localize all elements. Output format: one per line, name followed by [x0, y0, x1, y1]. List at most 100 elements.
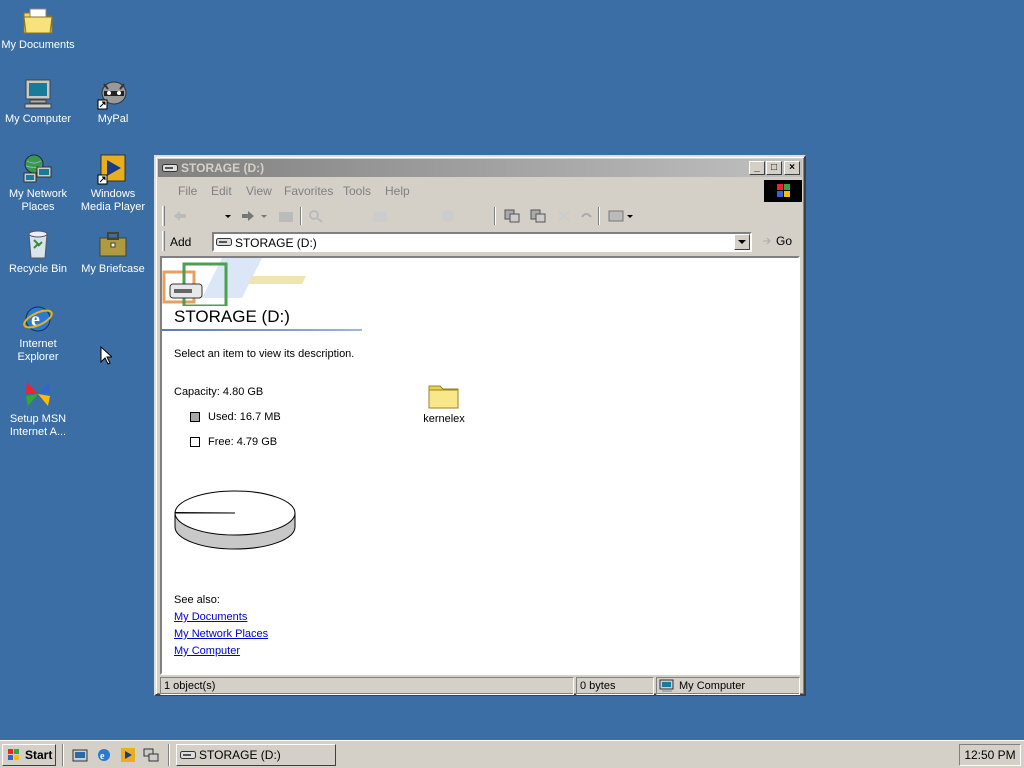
start-button[interactable]: Start [2, 744, 56, 766]
desktop-icon-label: My Network Places [8, 188, 68, 213]
status-zone: My Computer [656, 677, 800, 695]
address-value: STORAGE (D:) [235, 236, 317, 250]
window-title: STORAGE (D:) [181, 161, 265, 175]
drive-banner-icon [162, 258, 306, 306]
go-arrow-icon [763, 237, 771, 245]
desktop-icon-my-documents[interactable]: My Documents [0, 4, 76, 52]
desktop-icon-label: Windows Media Player [80, 188, 146, 213]
drive-icon [180, 751, 196, 759]
toolbar-separator [494, 207, 496, 225]
show-desktop-icon[interactable] [72, 747, 88, 763]
undo-icon[interactable] [578, 209, 594, 223]
network-icon[interactable] [143, 747, 159, 763]
toolbar-separator [300, 207, 302, 225]
address-dropdown-button[interactable] [734, 234, 750, 250]
chevron-down-icon[interactable] [260, 209, 276, 223]
chevron-down-icon[interactable] [224, 209, 240, 223]
chevron-down-icon[interactable] [626, 209, 642, 223]
msn-butterfly-icon [22, 378, 54, 410]
svg-text:e: e [100, 751, 105, 762]
windows-logo-icon [8, 749, 19, 760]
menu-favorites[interactable]: Favorites [284, 184, 333, 198]
taskbar-button-storage[interactable]: STORAGE (D:) [176, 744, 336, 766]
search-icon[interactable] [308, 209, 324, 223]
desktop-icon-my-computer[interactable]: My Computer [0, 78, 76, 126]
ie-icon[interactable]: e [96, 747, 112, 763]
desktop-icon-windows-media-player[interactable]: Windows Media Player [75, 153, 151, 214]
taskbar-separator [62, 744, 64, 766]
delete-icon[interactable] [556, 209, 572, 223]
go-label: Go [776, 234, 793, 248]
move-to-icon[interactable] [504, 209, 520, 223]
content-pane[interactable]: STORAGE (D:) Select an item to view its … [160, 256, 800, 675]
briefcase-icon [97, 228, 129, 260]
desktop-icon-label: Setup MSN Internet A... [9, 413, 67, 438]
menu-file[interactable]: File [178, 184, 197, 198]
page-title: STORAGE (D:) [174, 307, 290, 326]
minimize-button[interactable]: _ [749, 161, 765, 175]
drive-icon [162, 164, 178, 172]
ie-icon: e [22, 303, 54, 335]
chevron-down-icon [738, 240, 746, 244]
taskbar-button-label: STORAGE (D:) [199, 748, 281, 762]
history-icon[interactable] [440, 209, 456, 223]
media-player-icon[interactable] [120, 747, 136, 763]
disk-usage-pie-chart [174, 490, 296, 550]
status-zone-label: My Computer [679, 680, 746, 692]
folders-icon[interactable] [372, 209, 388, 223]
status-bar: 1 object(s) 0 bytes My Computer [160, 677, 800, 695]
free-text: Free: 4.79 GB [208, 436, 278, 448]
desktop-icon-label: Internet Explorer [17, 338, 59, 363]
menu-edit[interactable]: Edit [211, 184, 232, 198]
maximize-button[interactable]: □ [766, 161, 782, 175]
computer-icon [22, 78, 54, 110]
folder-icon [428, 385, 459, 409]
network-icon [22, 153, 54, 185]
views-icon[interactable] [608, 209, 624, 223]
free-swatch [190, 437, 200, 447]
link-my-computer[interactable]: My Computer [174, 645, 240, 657]
media-player-icon [97, 153, 129, 185]
back-icon[interactable] [172, 209, 188, 223]
address-bar: Add STORAGE (D:) Go [160, 230, 800, 254]
title-bar[interactable]: STORAGE (D:) _ □ × [158, 159, 802, 177]
windows-logo-icon [764, 180, 802, 202]
forward-icon[interactable] [240, 209, 256, 223]
explorer-window[interactable]: STORAGE (D:) _ □ × File Edit View Favori… [154, 155, 806, 696]
toolbar [160, 205, 800, 229]
desktop-icon-mypal[interactable]: MyPal [75, 78, 151, 126]
menu-view[interactable]: View [246, 184, 272, 198]
folder-documents-icon [22, 4, 54, 36]
copy-to-icon[interactable] [530, 209, 546, 223]
desktop-icon-setup-msn[interactable]: Setup MSN Internet A... [0, 378, 76, 439]
address-label: Add [170, 235, 192, 249]
capacity-text: Capacity: 4.80 GB [174, 386, 264, 398]
title-underline [162, 329, 362, 331]
menu-help[interactable]: Help [385, 184, 410, 198]
folder-label: kernelex [423, 413, 465, 425]
description-text: Select an item to view its description. [174, 348, 355, 360]
status-size: 0 bytes [576, 677, 654, 695]
status-objects: 1 object(s) [160, 677, 574, 695]
desktop-icon-my-briefcase[interactable]: My Briefcase [75, 228, 151, 276]
taskbar: Start e STORAGE (D:) 12:50 PM [0, 740, 1024, 768]
toolbar-grip[interactable] [162, 231, 165, 251]
desktop-icon-recycle-bin[interactable]: Recycle Bin [0, 228, 76, 276]
up-folder-icon[interactable] [278, 209, 294, 223]
close-button[interactable]: × [784, 161, 800, 175]
toolbar-grip[interactable] [162, 206, 165, 226]
menu-bar: File Edit View Favorites Tools Help [160, 180, 760, 200]
desktop-icon-internet-explorer[interactable]: e Internet Explorer [0, 303, 76, 364]
folder-item-kernelex[interactable]: kernelex [414, 380, 474, 425]
desktop-icon-label: MyPal [97, 113, 129, 125]
system-tray-clock[interactable]: 12:50 PM [959, 744, 1021, 766]
address-input[interactable]: STORAGE (D:) [212, 232, 752, 252]
desktop-icon-my-network-places[interactable]: My Network Places [0, 153, 76, 214]
taskbar-separator [168, 744, 170, 766]
link-my-network-places[interactable]: My Network Places [174, 628, 268, 640]
menu-tools[interactable]: Tools [343, 184, 371, 198]
desktop-icon-label: My Documents [1, 39, 75, 51]
recycle-bin-icon [22, 228, 54, 260]
link-my-documents[interactable]: My Documents [174, 611, 247, 623]
used-text: Used: 16.7 MB [208, 411, 281, 423]
